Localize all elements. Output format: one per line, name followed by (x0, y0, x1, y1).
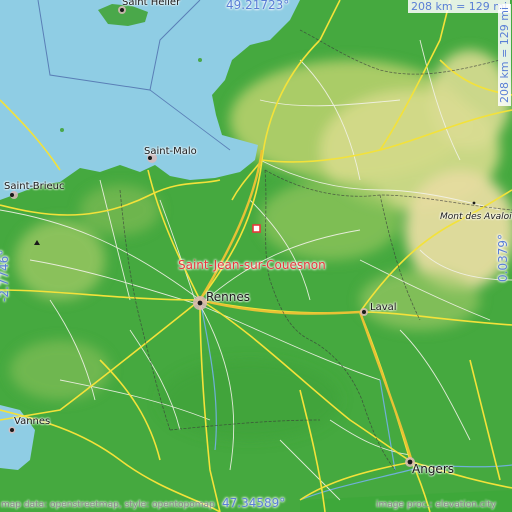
city-label-saint-helier: Saint Helier (122, 0, 181, 8)
city-label-saint-brieuc: Saint-Brieuc (4, 181, 65, 192)
city-label-laval: Laval (370, 302, 397, 313)
scale-bar-vertical: 208 km = 129 mi (498, 3, 511, 106)
latitude-top-label: 49.21723° (226, 0, 290, 12)
scale-bar-horizontal: 208 km = 129 mi (408, 0, 511, 13)
location-marker (252, 224, 261, 233)
city-label-angers: Angers (412, 462, 454, 476)
place-name-label: Saint-Jean-sur-Couesnon (178, 258, 326, 272)
city-label-saint-malo: Saint-Malo (144, 146, 197, 157)
map-credit-right: image proc.: elevation.city (376, 500, 497, 510)
map-credit-left: map data: openstreetmap, style: opentopo… (1, 500, 215, 510)
longitude-left-label: -2.7746° (0, 249, 11, 302)
terrain-map (0, 0, 512, 512)
map-view[interactable]: Saint Helier Saint-Malo Saint-Brieuc Ren… (0, 0, 512, 512)
peak-label-mont-des-avaloirs: Mont des Avaloirs (440, 212, 512, 222)
city-label-vannes: Vannes (14, 416, 51, 427)
city-label-rennes: Rennes (206, 290, 251, 304)
longitude-right-label: 0.0379° (496, 234, 510, 282)
latitude-bottom-label: 47.34589° (222, 496, 286, 510)
